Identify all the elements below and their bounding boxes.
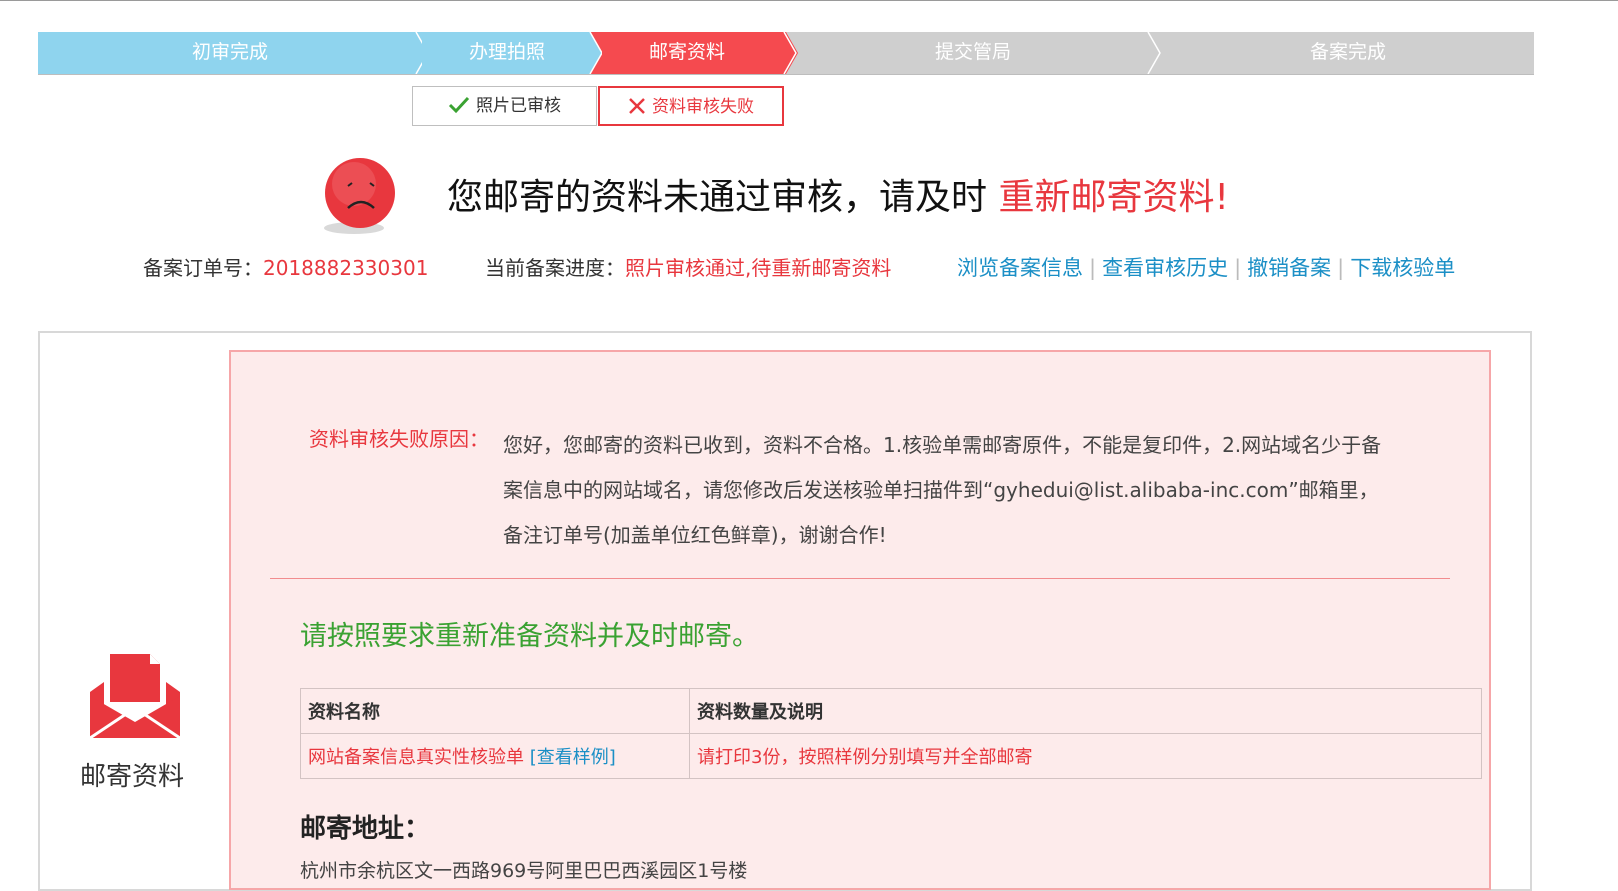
link-separator: | [1337,256,1345,280]
browse-filing-info-link[interactable]: 浏览备案信息 [957,256,1083,280]
subtab-label: 资料审核失败 [652,97,754,117]
material-desc-cell: 请打印3份，按照样例分别填写并全部邮寄 [689,733,1482,779]
close-icon [629,98,645,114]
step-submit-bureau: 提交管局 [798,32,1148,74]
view-sample-link[interactable]: [查看样例] [530,747,616,768]
column-header: 资料数量及说明 [689,688,1482,734]
order-number: 备案订单号：2018882330301 [143,252,428,281]
divider [270,578,1450,579]
progress-value: 照片审核通过,待重新邮寄资料 [625,256,892,280]
instruction-title: 请按照要求重新准备资料并及时邮寄。 [300,621,759,652]
materials-table: 资料名称 资料数量及说明 网站备案信息真实性核验单 [查看样例] 请打印3份，按… [300,688,1482,779]
subtab-label: 照片已审核 [476,96,561,116]
subtab-material-review-failed[interactable]: 资料审核失败 [598,86,784,126]
link-separator: | [1089,256,1097,280]
step-chevron-icon [1147,32,1161,74]
step-label: 初审完成 [191,41,268,63]
step-chevron-icon [582,32,602,74]
order-value: 2018882330301 [263,256,429,280]
step-label: 办理拍照 [468,41,545,63]
sad-face-icon [324,158,395,234]
order-label: 备案订单号： [143,256,263,280]
progress-label: 当前备案进度： [485,256,625,280]
section-label: 邮寄资料 [80,762,185,792]
material-name-cell: 网站备案信息真实性核验单 [查看样例] [300,733,690,779]
failure-reason-label: 资料审核失败原因： [309,427,489,451]
review-history-link[interactable]: 查看审核历史 [1102,256,1228,280]
download-checklist-link[interactable]: 下载核验单 [1350,256,1455,280]
step-initial-review-done: 初审完成 [38,32,422,74]
step-label: 备案完成 [1309,41,1386,63]
step-chevron-icon [778,32,798,74]
mailing-address-text: 杭州市余杭区文一西路969号阿里巴巴西溪园区1号楼 [300,860,748,882]
filing-progress: 当前备案进度：照片审核通过,待重新邮寄资料 [485,252,891,281]
page-title: 您邮寄的资料未通过审核，请及时 重新邮寄资料! [447,168,1229,220]
progress-steps: 初审完成 办理拍照 邮寄资料 提交管局 备案完成 [38,32,1534,75]
step-photo-done: 办理拍照 [422,32,592,74]
step-label: 邮寄资料 [648,41,725,63]
step-label: 提交管局 [934,41,1011,63]
headline-text: 您邮寄的资料未通过审核，请及时 [447,177,999,218]
envelope-icon [90,654,180,738]
action-links: 浏览备案信息 | 查看审核历史 | 撤销备案 | 下载核验单 [957,252,1455,282]
table-row: 网站备案信息真实性核验单 [查看样例] 请打印3份，按照样例分别填写并全部邮寄 [300,733,1482,779]
top-border [0,0,1618,1]
step-filing-complete: 备案完成 [1162,32,1534,74]
column-header: 资料名称 [300,688,690,734]
headline-highlight: 重新邮寄资料! [998,177,1229,218]
check-icon [448,96,470,114]
failure-reason-text: 您好，您邮寄的资料已收到，资料不合格。1.核验单需邮寄原件，不能是复印件，2.网… [503,433,1382,547]
material-name: 网站备案信息真实性核验单 [308,747,524,768]
subtab-photo-reviewed[interactable]: 照片已审核 [412,86,597,126]
cancel-filing-link[interactable]: 撤销备案 [1247,256,1331,280]
link-separator: | [1234,256,1242,280]
table-header-row: 资料名称 资料数量及说明 [300,688,1482,734]
step-mail-materials-active: 邮寄资料 [594,32,780,74]
mailing-address-title: 邮寄地址： [300,814,431,844]
